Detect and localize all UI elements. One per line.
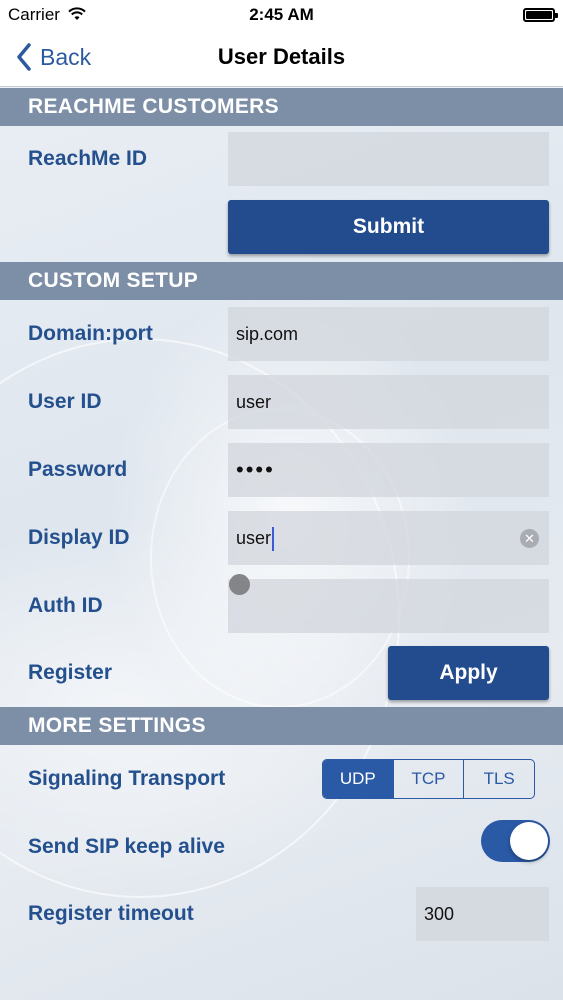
- apply-button[interactable]: Apply: [388, 646, 549, 700]
- section-header-more-settings: MORE SETTINGS: [0, 707, 563, 745]
- battery-icon: [523, 8, 558, 22]
- toggle-knob: [510, 822, 548, 860]
- display-id-field[interactable]: user ✕: [228, 511, 549, 565]
- sip-keepalive-label: Send SIP keep alive: [28, 835, 225, 858]
- user-id-field[interactable]: user: [228, 375, 549, 429]
- user-id-label: User ID: [28, 390, 102, 413]
- navigation-bar: Back User Details: [0, 30, 563, 87]
- reachme-id-field[interactable]: [228, 132, 549, 186]
- section-header-custom-setup: CUSTOM SETUP: [0, 262, 563, 300]
- auth-id-field[interactable]: [228, 579, 549, 633]
- submit-button[interactable]: Submit: [228, 200, 549, 254]
- domain-port-field[interactable]: sip.com: [228, 307, 549, 361]
- auth-id-label: Auth ID: [28, 594, 103, 617]
- domain-port-label: Domain:port: [28, 322, 153, 345]
- transport-segmented-control[interactable]: UDP TCP TLS: [322, 759, 535, 799]
- sip-keepalive-toggle[interactable]: [481, 820, 550, 862]
- clear-text-icon[interactable]: ✕: [520, 529, 539, 548]
- display-id-value: user: [236, 528, 272, 548]
- settings-content[interactable]: REACHME CUSTOMERS ReachMe ID Submit CUST…: [0, 88, 563, 1000]
- transport-option-tcp[interactable]: TCP: [392, 760, 464, 798]
- reachme-id-label: ReachMe ID: [28, 147, 148, 170]
- password-field[interactable]: ••••: [228, 443, 549, 497]
- page-title: User Details: [217, 44, 346, 69]
- transport-option-udp[interactable]: UDP: [323, 760, 393, 798]
- register-label: Register: [28, 661, 113, 684]
- status-time: 2:45 AM: [249, 5, 314, 24]
- register-timeout-label: Register timeout: [28, 902, 194, 925]
- register-timeout-field[interactable]: 300: [416, 887, 549, 941]
- section-header-reachme: REACHME CUSTOMERS: [0, 88, 563, 126]
- register-status-indicator: [229, 574, 250, 595]
- signaling-transport-label: Signaling Transport: [28, 767, 226, 790]
- transport-option-tls[interactable]: TLS: [463, 760, 534, 798]
- text-cursor: [272, 527, 275, 552]
- password-label: Password: [28, 458, 128, 481]
- display-id-label: Display ID: [28, 526, 130, 549]
- status-bar: Carrier 2:45 AM: [0, 0, 563, 30]
